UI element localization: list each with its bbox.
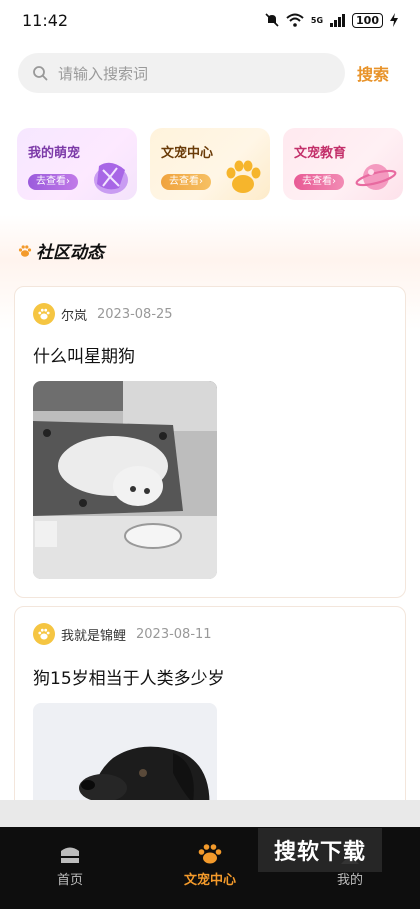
- battery-indicator: 100: [352, 12, 383, 28]
- signal-icon: [330, 13, 346, 27]
- post-card[interactable]: 尔岚 2023-08-25 什么叫星期狗: [14, 286, 406, 598]
- paw-icon: [38, 308, 50, 320]
- watermark: 搜软下载: [258, 828, 382, 872]
- home-icon: [61, 847, 79, 863]
- paw-icon: [38, 628, 50, 640]
- app-page: 11:42 5G 100 请输入搜索词 搜索 我的萌宠 去查看› 文宠中心 去查…: [0, 0, 420, 909]
- card-view-button[interactable]: 去查看›: [161, 174, 211, 190]
- post-author: 尔岚: [61, 308, 88, 324]
- paw-icon: [198, 844, 222, 864]
- network-label: 5G: [310, 15, 324, 25]
- post-image[interactable]: [33, 381, 217, 579]
- card-pet-center[interactable]: 文宠中心 去查看›: [150, 128, 270, 200]
- search-input[interactable]: 请输入搜索词: [18, 53, 345, 93]
- nav-label-home: 首页: [56, 873, 83, 888]
- nav-label-pet-center: 文宠中心: [183, 873, 236, 888]
- content-bottom-fade: [0, 800, 420, 828]
- search-bar: 请输入搜索词 搜索: [18, 53, 402, 93]
- charging-icon: [390, 13, 398, 27]
- nav-item-home[interactable]: 首页: [10, 843, 130, 888]
- status-icons: 5G 100: [265, 12, 398, 28]
- card-view-button[interactable]: 去查看›: [294, 174, 344, 190]
- card-my-pet[interactable]: 我的萌宠 去查看›: [17, 128, 137, 200]
- nav-item-pet-center[interactable]: 文宠中心: [150, 843, 270, 888]
- avatar: [33, 303, 55, 325]
- feature-cards: 我的萌宠 去查看› 文宠中心 去查看› 文宠教育 去查看›: [17, 128, 403, 200]
- search-icon: [33, 66, 48, 81]
- avatar: [33, 623, 55, 645]
- paw-icon: [226, 160, 261, 193]
- post-title: 什么叫星期狗: [33, 347, 135, 367]
- paw-icon: [18, 244, 32, 257]
- pet-icon: [94, 162, 128, 194]
- post-author: 我就是锦鲤: [61, 628, 127, 644]
- post-date: 2023-08-25: [97, 306, 173, 322]
- wifi-icon: [286, 13, 304, 27]
- post-header: 尔岚 2023-08-25: [33, 303, 173, 325]
- post-date: 2023-08-11: [136, 626, 212, 642]
- post-title: 狗15岁相当于人类多少岁: [33, 669, 225, 689]
- status-bar: 11:42 5G 100: [0, 0, 420, 40]
- search-placeholder: 请输入搜索词: [58, 64, 149, 83]
- search-button[interactable]: 搜索: [357, 61, 389, 85]
- dog-photo-icon: [33, 381, 217, 579]
- section-title-text: 社区动态: [36, 243, 104, 263]
- card-view-button[interactable]: 去查看›: [28, 174, 78, 190]
- mute-icon: [265, 13, 279, 27]
- section-title: 社区动态: [18, 238, 104, 263]
- planet-icon: [355, 164, 397, 190]
- post-header: 我就是锦鲤 2023-08-11: [33, 623, 212, 645]
- status-time: 11:42: [22, 10, 69, 30]
- card-pet-education[interactable]: 文宠教育 去查看›: [283, 128, 403, 200]
